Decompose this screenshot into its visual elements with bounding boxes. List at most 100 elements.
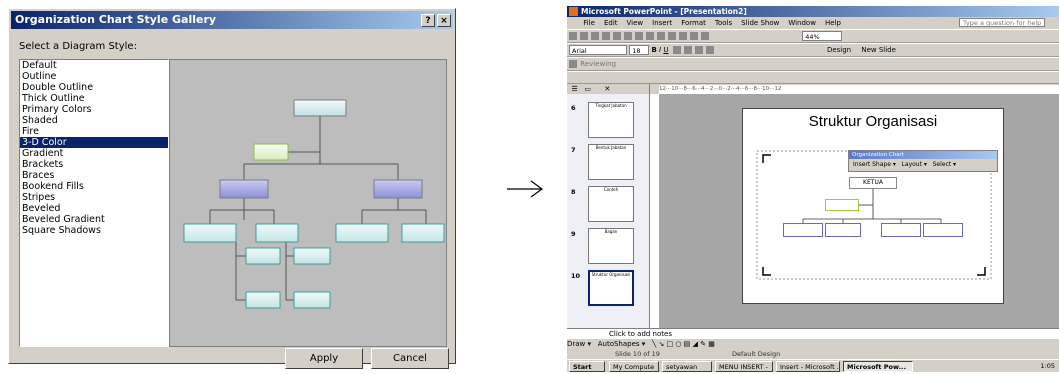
org-chart-toolbar-title: Organization Chart	[849, 151, 997, 159]
redo-icon[interactable]	[668, 32, 676, 40]
open-icon[interactable]	[580, 32, 588, 40]
style-list-item[interactable]: Braces	[20, 170, 168, 181]
menu-view[interactable]: View	[627, 19, 644, 27]
menu-file[interactable]: File	[583, 19, 595, 27]
style-list-item[interactable]: Fire	[20, 126, 168, 137]
taskbar-my-computer[interactable]: My Compute	[609, 361, 659, 372]
windows-taskbar: Start My Compute setyawan MENU INSERT - …	[567, 359, 1059, 372]
menu-format[interactable]: Format	[681, 19, 706, 27]
subordinate-box-3[interactable]	[881, 223, 921, 237]
bullets-icon[interactable]	[694, 46, 703, 54]
sub-box-4	[401, 223, 445, 243]
taskbar-insert-microsoft[interactable]: Insert - Microsoft ...	[776, 361, 840, 372]
italic-button[interactable]: I	[659, 46, 661, 54]
menu-slide-show[interactable]: Slide Show	[741, 19, 779, 27]
subordinate-box-4[interactable]	[923, 223, 963, 237]
chart-icon[interactable]	[679, 32, 687, 40]
style-list-item[interactable]: Beveled	[20, 203, 168, 214]
bold-button[interactable]: B	[651, 46, 656, 54]
outline-slides-tabs[interactable]: ☰ ▭ ✕	[567, 84, 649, 94]
undo-icon[interactable]	[657, 32, 665, 40]
slide-thumbnail[interactable]: Contoh	[588, 186, 634, 222]
style-list-item[interactable]: Default	[20, 60, 168, 71]
help-button[interactable]: ?	[421, 14, 435, 27]
slide-workspace: Struktur Organisasi Organization Chart I…	[659, 94, 1059, 328]
standard-toolbar: 44%	[567, 29, 1059, 43]
new-slide-button[interactable]: New Slide	[861, 46, 896, 54]
apply-button[interactable]: Apply	[285, 348, 363, 369]
style-list-item[interactable]: Bookend Fills	[20, 181, 168, 192]
reviewing-label[interactable]: Reviewing	[580, 60, 616, 68]
style-list-item[interactable]: Gradient	[20, 148, 168, 159]
org-chart-style-dialog: Organization Chart Style Gallery ? × Sel…	[8, 8, 456, 369]
select-button[interactable]: Select	[933, 161, 952, 168]
current-slide[interactable]: Struktur Organisasi Organization Chart I…	[742, 108, 1004, 304]
color-icon[interactable]	[701, 32, 709, 40]
slide-number: 7	[571, 146, 576, 154]
cancel-button[interactable]: Cancel	[371, 348, 449, 369]
table-icon[interactable]	[690, 32, 698, 40]
save-icon[interactable]	[591, 32, 599, 40]
powerpoint-window: Microsoft PowerPoint - [Presentation2] F…	[567, 6, 1059, 372]
slide-thumbnail[interactable]: Bentuk Jabatan	[588, 144, 634, 180]
style-list-item[interactable]: Beveled Gradient	[20, 214, 168, 225]
subordinate-box-1[interactable]	[783, 223, 823, 237]
style-list-item[interactable]: Double Outline	[20, 82, 168, 93]
insert-shape-button[interactable]: Insert Shape	[853, 161, 891, 168]
style-list-item[interactable]: Outline	[20, 71, 168, 82]
print-icon[interactable]	[602, 32, 610, 40]
org-chart-toolbar: Organization Chart Insert Shape ▾ Layout…	[848, 150, 998, 172]
spell-icon[interactable]	[613, 32, 621, 40]
paste-icon[interactable]	[646, 32, 654, 40]
align-center-icon[interactable]	[683, 46, 692, 54]
design-button[interactable]: Design	[827, 46, 851, 54]
taskbar-menu-insert[interactable]: MENU INSERT -	[715, 361, 773, 372]
font-size-combo[interactable]: 18	[629, 45, 650, 55]
manager-box-right	[373, 179, 423, 199]
font-color-icon[interactable]	[705, 46, 714, 54]
underline-button[interactable]: U	[663, 46, 668, 54]
pane-tabs-bar	[567, 71, 1059, 84]
taskbar-microsoft-powerpoint[interactable]: Microsoft Pow...	[843, 361, 913, 372]
style-list-item[interactable]: Shaded	[20, 115, 168, 126]
cut-icon[interactable]	[624, 32, 632, 40]
new-icon[interactable]	[569, 32, 577, 40]
reviewing-icon[interactable]	[569, 60, 577, 68]
close-button[interactable]: ×	[437, 14, 451, 27]
help-search-input[interactable]: Type a question for help	[959, 18, 1045, 27]
draw-menu[interactable]: Draw	[567, 340, 585, 348]
slide-thumbnail[interactable]: Bagan	[588, 228, 634, 264]
style-list-item[interactable]: Brackets	[20, 159, 168, 170]
zoom-combo[interactable]: 44%	[802, 31, 843, 41]
reviewing-toolbar: Reviewing	[567, 57, 1059, 71]
copy-icon[interactable]	[635, 32, 643, 40]
menu-edit[interactable]: Edit	[604, 19, 618, 27]
style-list-item[interactable]: Primary Colors	[20, 104, 168, 115]
dialog-title: Organization Chart Style Gallery	[15, 13, 217, 26]
diagram-style-list[interactable]: Default Outline Double Outline Thick Outlin…	[19, 59, 169, 347]
style-list-item[interactable]: Square Shadows	[20, 225, 168, 236]
ketua-box[interactable]: KETUA	[849, 177, 897, 189]
slide-thumbnail[interactable]: Struktur Organisasi	[588, 270, 634, 306]
org-chart-preview-diagram	[183, 99, 445, 309]
formatting-toolbar: Arial 18 B I U Design New Slide	[567, 43, 1059, 57]
menu-insert[interactable]: Insert	[652, 19, 672, 27]
style-list-item[interactable]: 3-D Color	[20, 137, 168, 148]
taskbar-setyawan[interactable]: setyawan	[662, 361, 712, 372]
assistant-box[interactable]	[825, 199, 859, 211]
start-button[interactable]: Start	[569, 361, 605, 372]
font-name-combo[interactable]: Arial	[569, 45, 627, 55]
layout-button[interactable]: Layout	[902, 161, 922, 168]
menu-help[interactable]: Help	[825, 19, 841, 27]
align-left-icon[interactable]	[672, 46, 681, 54]
menu-tools[interactable]: Tools	[715, 19, 732, 27]
style-list-item[interactable]: Thick Outline	[20, 93, 168, 104]
style-list-item[interactable]: Stripes	[20, 192, 168, 203]
slide-thumbnail[interactable]: Tingkat Jabatan	[588, 102, 634, 138]
slide-number: 6	[571, 104, 576, 112]
subordinate-box-2[interactable]	[825, 223, 861, 237]
autoshapes-menu[interactable]: AutoShapes	[598, 340, 640, 348]
notes-pane[interactable]: Click to add notes	[567, 328, 1059, 339]
menu-window[interactable]: Window	[788, 19, 816, 27]
top-box	[293, 99, 347, 117]
